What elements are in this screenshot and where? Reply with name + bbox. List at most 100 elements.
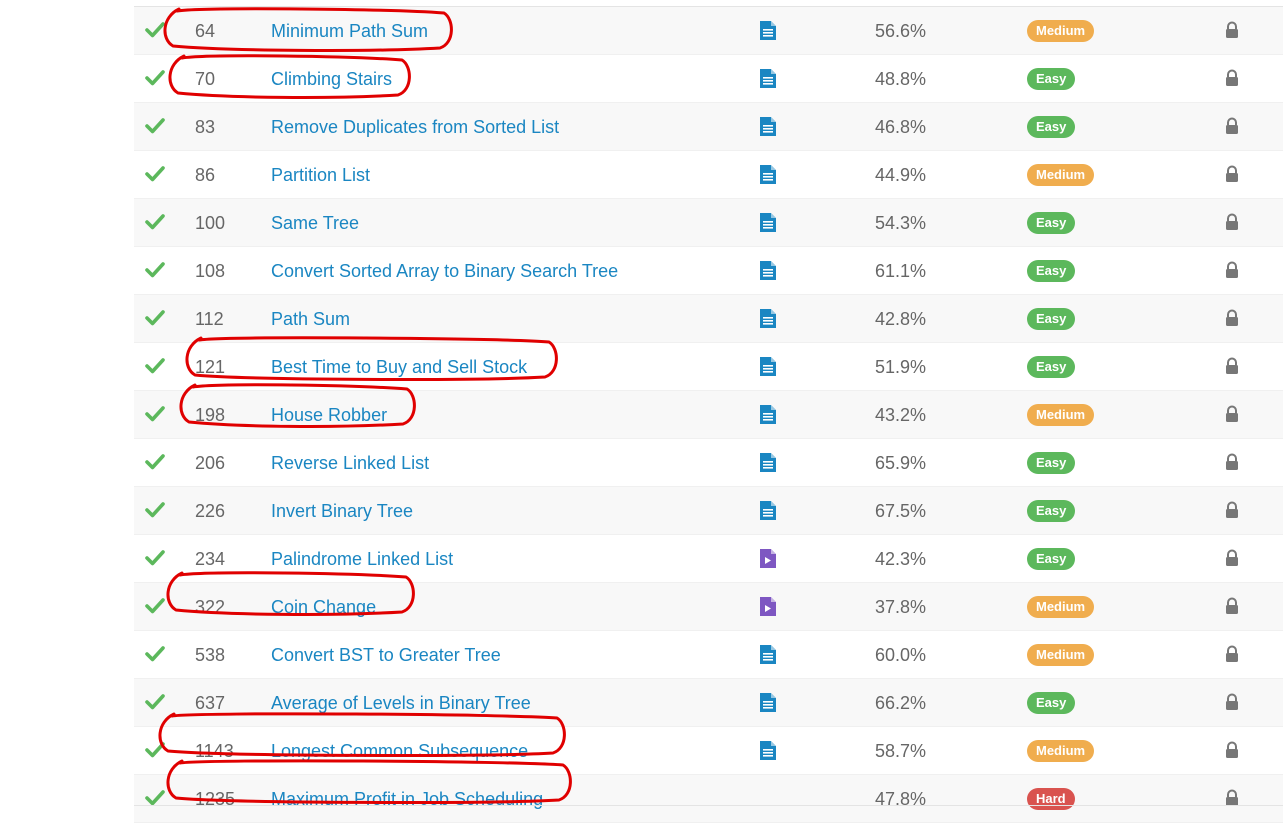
document-icon[interactable] [759, 116, 777, 137]
difficulty-badge: Easy [1027, 308, 1076, 330]
problem-title-link[interactable]: Climbing Stairs [271, 69, 392, 90]
problem-title-link[interactable]: Palindrome Linked List [271, 549, 453, 570]
check-icon [144, 259, 166, 281]
problem-title-link[interactable]: Coin Change [271, 597, 376, 618]
document-icon[interactable] [759, 164, 777, 185]
difficulty-badge: Medium [1027, 644, 1095, 666]
problem-title-link[interactable]: House Robber [271, 405, 387, 426]
problem-number: 100 [195, 213, 226, 233]
problem-title-link[interactable]: Reverse Linked List [271, 453, 429, 474]
check-icon [144, 355, 166, 377]
problem-number: 108 [195, 261, 226, 281]
table-row: 1235 Maximum Profit in Job Scheduling 47.8… [134, 775, 1283, 823]
table-bottom-divider [134, 805, 1283, 806]
table-row: 206 Reverse Linked List 65.9% Easy [134, 439, 1283, 487]
acceptance-rate: 60.0% [875, 645, 927, 665]
lock-icon [1224, 405, 1240, 423]
acceptance-rate: 42.3% [875, 549, 927, 569]
acceptance-rate: 44.9% [875, 165, 927, 185]
problem-number: 86 [195, 165, 216, 185]
lock-icon [1224, 261, 1240, 279]
problem-table: 64 Minimum Path Sum 56.6% Medium 70 Climbing … [134, 6, 1283, 823]
acceptance-rate: 65.9% [875, 453, 927, 473]
document-icon[interactable] [759, 692, 777, 713]
problem-number: 70 [195, 69, 216, 89]
problem-title-link[interactable]: Best Time to Buy and Sell Stock [271, 357, 527, 378]
table-row: 322 Coin Change 37.8% Medium [134, 583, 1283, 631]
difficulty-badge: Medium [1027, 596, 1095, 618]
problem-title-link[interactable]: Convert BST to Greater Tree [271, 645, 501, 666]
check-icon [144, 115, 166, 137]
table-row: 100 Same Tree 54.3% Easy [134, 199, 1283, 247]
problem-number: 1235 [195, 789, 236, 809]
lock-icon [1224, 165, 1240, 183]
table-row: 112 Path Sum 42.8% Easy [134, 295, 1283, 343]
acceptance-rate: 46.8% [875, 117, 927, 137]
difficulty-badge: Medium [1027, 740, 1095, 762]
table-row: 108 Convert Sorted Array to Binary Search… [134, 247, 1283, 295]
acceptance-rate: 37.8% [875, 597, 927, 617]
problem-number: 322 [195, 597, 226, 617]
document-icon[interactable] [759, 212, 777, 233]
problem-title-link[interactable]: Path Sum [271, 309, 350, 330]
difficulty-badge: Medium [1027, 164, 1095, 186]
table-row: 64 Minimum Path Sum 56.6% Medium [134, 7, 1283, 55]
problem-number: 206 [195, 453, 226, 473]
acceptance-rate: 43.2% [875, 405, 927, 425]
acceptance-rate: 67.5% [875, 501, 927, 521]
problem-title-link[interactable]: Remove Duplicates from Sorted List [271, 117, 559, 138]
acceptance-rate: 42.8% [875, 309, 927, 329]
check-icon [144, 67, 166, 89]
document-icon[interactable] [759, 68, 777, 89]
problem-number: 538 [195, 645, 226, 665]
check-icon [144, 595, 166, 617]
lock-icon [1224, 309, 1240, 327]
difficulty-badge: Easy [1027, 500, 1076, 522]
problem-title-link[interactable]: Invert Binary Tree [271, 501, 413, 522]
lock-icon [1224, 21, 1240, 39]
acceptance-rate: 56.6% [875, 21, 927, 41]
table-row: 226 Invert Binary Tree 67.5% Easy [134, 487, 1283, 535]
lock-icon [1224, 549, 1240, 567]
check-icon [144, 643, 166, 665]
document-icon[interactable] [759, 356, 777, 377]
check-icon [144, 403, 166, 425]
problem-title-link[interactable]: Partition List [271, 165, 370, 186]
document-icon[interactable] [759, 452, 777, 473]
acceptance-rate: 51.9% [875, 357, 927, 377]
document-icon[interactable] [759, 740, 777, 761]
problem-title-link[interactable]: Average of Levels in Binary Tree [271, 693, 531, 714]
video-document-icon[interactable] [759, 596, 777, 617]
check-icon [144, 499, 166, 521]
acceptance-rate: 58.7% [875, 741, 927, 761]
difficulty-badge: Hard [1027, 788, 1075, 810]
difficulty-badge: Easy [1027, 116, 1076, 138]
document-icon[interactable] [759, 308, 777, 329]
check-icon [144, 211, 166, 233]
problem-number: 83 [195, 117, 216, 137]
document-icon[interactable] [759, 500, 777, 521]
document-icon[interactable] [759, 644, 777, 665]
lock-icon [1224, 645, 1240, 663]
check-icon [144, 451, 166, 473]
document-icon[interactable] [759, 260, 777, 281]
problem-number: 234 [195, 549, 226, 569]
difficulty-badge: Easy [1027, 68, 1076, 90]
problem-title-link[interactable]: Longest Common Subsequence [271, 741, 528, 762]
lock-icon [1224, 213, 1240, 231]
problem-number: 226 [195, 501, 226, 521]
video-document-icon[interactable] [759, 548, 777, 569]
problem-number: 112 [195, 309, 224, 329]
problem-title-link[interactable]: Same Tree [271, 213, 359, 234]
table-row: 198 House Robber 43.2% Medium [134, 391, 1283, 439]
problem-title-link[interactable]: Minimum Path Sum [271, 21, 428, 42]
document-icon[interactable] [759, 404, 777, 425]
problem-title-link[interactable]: Convert Sorted Array to Binary Search Tr… [271, 261, 618, 282]
table-row: 86 Partition List 44.9% Medium [134, 151, 1283, 199]
problem-title-link[interactable]: Maximum Profit in Job Scheduling [271, 789, 543, 810]
lock-icon [1224, 69, 1240, 87]
document-icon[interactable] [759, 20, 777, 41]
table-row: 234 Palindrome Linked List 42.3% Easy [134, 535, 1283, 583]
problem-number: 64 [195, 21, 216, 41]
problem-number: 121 [195, 357, 226, 377]
